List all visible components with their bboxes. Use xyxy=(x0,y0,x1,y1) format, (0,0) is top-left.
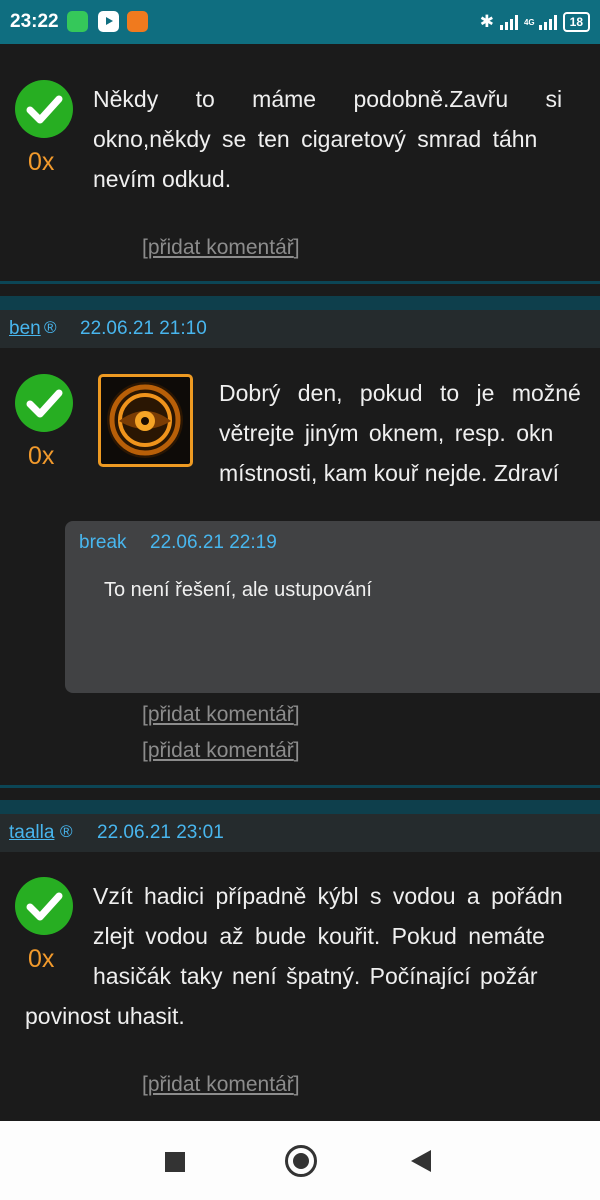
comment-date: 22.06.21 22:19 xyxy=(150,532,277,553)
post-text-line: povinost uhasit. xyxy=(25,1003,185,1029)
registered-mark: ® xyxy=(60,822,73,841)
post-text-line: místnosti, kam kouř nejde. Zdraví xyxy=(219,460,560,486)
add-comment-link[interactable]: [přidat komentář] xyxy=(142,739,300,763)
add-comment-link[interactable]: [přidat komentář] xyxy=(142,1073,300,1097)
back-icon[interactable] xyxy=(411,1150,431,1172)
post-divider xyxy=(0,785,600,788)
post-text: Dobrý den, pokud to je možné větrejte ji… xyxy=(219,373,600,493)
vote-up-button[interactable] xyxy=(15,877,73,935)
vote-count: 0x xyxy=(28,148,55,176)
add-comment-label[interactable]: přidat komentář xyxy=(148,1073,294,1096)
signal-icon-2 xyxy=(538,14,557,30)
comment-text: To není řešení, ale ustupování xyxy=(104,579,372,601)
post-text: Někdy to máme podobně.Zavřu si okno,někd… xyxy=(93,79,600,199)
post-date: 22.06.21 23:01 xyxy=(97,822,224,843)
bracket-close: ] xyxy=(293,236,300,259)
checkmark-icon xyxy=(26,95,63,124)
add-comment-label[interactable]: přidat komentář xyxy=(148,236,294,259)
post-text-line: zlejt vodou až bude kouřit. Pokud nemáte xyxy=(93,923,545,949)
post-text-line: Vzít hadici případně kýbl s vodou a pořá… xyxy=(93,883,563,909)
comment: break 22.06.21 22:19 To není řešení, ale… xyxy=(65,521,600,693)
battery-icon: 18 xyxy=(562,12,590,32)
post-text-line: nevím odkud. xyxy=(93,166,232,192)
checkmark-icon xyxy=(26,389,63,418)
vote-up-button[interactable] xyxy=(15,374,73,432)
post-text-line: okno,někdy se ten cigaretový smrad táhn xyxy=(93,126,538,152)
post-divider xyxy=(0,281,600,284)
youtube-icon xyxy=(98,11,119,32)
post-text-line: Dobrý den, pokud to je možné xyxy=(219,380,581,406)
add-comment-label[interactable]: přidat komentář xyxy=(148,739,294,762)
app-icon xyxy=(127,11,148,32)
eye-avatar-icon xyxy=(107,382,183,458)
post-text-line: hasičák taky není špatný. Počínající pož… xyxy=(93,963,538,989)
post-header: taalla ® 22.06.21 23:01 xyxy=(0,800,600,852)
registered-mark: ® xyxy=(44,318,57,337)
status-bar: 23:22 ✱ 4G 18 xyxy=(0,0,600,44)
post-date: 22.06.21 21:10 xyxy=(80,318,207,339)
bluetooth-icon: ✱ xyxy=(479,12,494,31)
post-text-line: větrejte jiným oknem, resp. okn xyxy=(219,420,554,446)
author-link[interactable]: taalla xyxy=(9,822,54,844)
author-link[interactable]: ben xyxy=(9,318,41,340)
network-type: 4G xyxy=(523,17,535,27)
post-text-continued: povinost uhasit. xyxy=(25,996,325,1036)
navigation-bar xyxy=(0,1121,600,1200)
status-time: 23:22 xyxy=(10,11,59,32)
bracket-close: ] xyxy=(293,739,300,762)
home-icon[interactable] xyxy=(285,1145,317,1177)
checkmark-icon xyxy=(26,892,63,921)
add-comment-link[interactable]: [přidat komentář] xyxy=(142,236,300,260)
bracket-close: ] xyxy=(293,1073,300,1096)
post-header: ben ® 22.06.21 21:10 xyxy=(0,296,600,348)
vote-count: 0x xyxy=(28,442,55,470)
recents-icon[interactable] xyxy=(165,1152,185,1172)
vote-count: 0x xyxy=(28,945,55,973)
post-text-line: Někdy to máme podobně.Zavřu si xyxy=(93,86,563,112)
comment-author[interactable]: break xyxy=(79,532,127,554)
bracket-close: ] xyxy=(293,703,300,726)
signal-icon xyxy=(499,14,518,30)
avatar[interactable] xyxy=(98,374,193,467)
vote-up-button[interactable] xyxy=(15,80,73,138)
add-comment-label[interactable]: přidat komentář xyxy=(148,703,294,726)
add-comment-link[interactable]: [přidat komentář] xyxy=(142,703,300,727)
app-notification-icon xyxy=(67,11,88,32)
status-indicators: ✱ 4G 18 xyxy=(480,10,590,34)
post-text: Vzít hadici případně kýbl s vodou a pořá… xyxy=(93,876,600,996)
